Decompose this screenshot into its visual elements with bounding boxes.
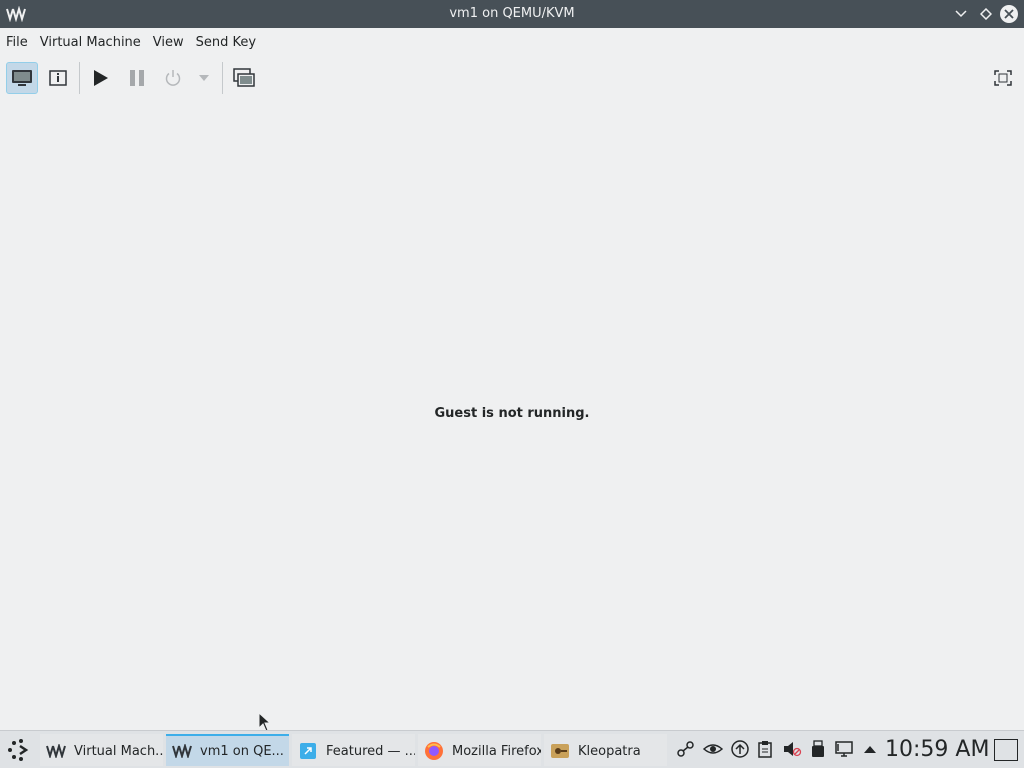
kleopatra-icon: [550, 741, 570, 761]
guest-status-message: Guest is not running.: [434, 406, 590, 421]
menu-virtual-machine[interactable]: Virtual Machine: [34, 28, 147, 58]
chevron-down-icon: [955, 10, 967, 18]
task-label: Kleopatra: [578, 743, 641, 759]
volume-muted-icon[interactable]: [782, 739, 802, 759]
application-launcher[interactable]: [4, 735, 34, 765]
chevron-down-icon: [199, 75, 209, 81]
snapshots-button[interactable]: [228, 62, 260, 94]
menubar: File Virtual Machine View Send Key: [0, 28, 1024, 58]
firefox-icon: [424, 741, 444, 761]
window-title: vm1 on QEMU/KVM: [449, 6, 575, 21]
network-share-icon[interactable]: [676, 739, 696, 759]
virt-manager-icon: [46, 741, 66, 761]
info-icon: [49, 70, 67, 86]
clock[interactable]: 10:59 AM: [885, 735, 989, 765]
pause-button[interactable]: [121, 62, 153, 94]
launcher-icon: [8, 739, 29, 761]
diamond-icon: [980, 8, 992, 20]
monitor-icon: [12, 70, 32, 86]
pause-icon: [130, 70, 144, 86]
task-label: Featured — ...: [326, 743, 415, 759]
close-button[interactable]: [999, 4, 1019, 24]
console-view-button[interactable]: [6, 62, 38, 94]
fullscreen-button[interactable]: [987, 62, 1019, 94]
minimize-button[interactable]: [951, 4, 971, 24]
task-virtual-machine-manager[interactable]: Virtual Mach...: [40, 734, 163, 766]
snapshots-icon: [233, 68, 255, 87]
menu-file[interactable]: File: [0, 28, 34, 58]
task-label: Mozilla Firefox: [452, 743, 541, 759]
task-label: Virtual Mach...: [74, 743, 163, 759]
display-icon[interactable]: [834, 739, 854, 759]
play-icon: [94, 70, 108, 86]
expand-tray-icon[interactable]: [860, 739, 880, 759]
usb-icon[interactable]: [808, 739, 828, 759]
discover-icon: [298, 741, 318, 761]
toolbar-separator: [79, 62, 80, 94]
shutdown-button[interactable]: [157, 62, 189, 94]
virt-manager-icon: [172, 741, 192, 761]
run-button[interactable]: [84, 62, 116, 94]
task-kleopatra[interactable]: Kleopatra: [544, 734, 667, 766]
toolbar-separator: [222, 62, 223, 94]
details-view-button[interactable]: [42, 62, 74, 94]
toolbar: [0, 58, 1024, 98]
task-discover[interactable]: Featured — ...: [292, 734, 415, 766]
mouse-cursor-icon: [258, 712, 272, 732]
maximize-button[interactable]: [976, 4, 996, 24]
update-icon[interactable]: [730, 739, 750, 759]
eye-icon[interactable]: [703, 739, 723, 759]
power-icon: [165, 70, 181, 86]
taskbar: Virtual Mach... vm1 on QE... Featured — …: [0, 730, 1024, 768]
console-area[interactable]: Guest is not running.: [0, 98, 1024, 730]
menu-view[interactable]: View: [147, 28, 190, 58]
menu-send-key[interactable]: Send Key: [190, 28, 262, 58]
shutdown-menu-button[interactable]: [189, 62, 219, 94]
task-firefox[interactable]: Mozilla Firefox: [418, 734, 541, 766]
fullscreen-icon: [994, 70, 1012, 86]
task-label: vm1 on QE...: [200, 743, 284, 759]
task-vm1-console[interactable]: vm1 on QE...: [166, 734, 289, 766]
clipboard-icon[interactable]: [755, 739, 775, 759]
window-titlebar[interactable]: vm1 on QEMU/KVM: [0, 0, 1024, 28]
close-icon: [1004, 9, 1014, 19]
show-desktop-button[interactable]: [994, 739, 1018, 761]
